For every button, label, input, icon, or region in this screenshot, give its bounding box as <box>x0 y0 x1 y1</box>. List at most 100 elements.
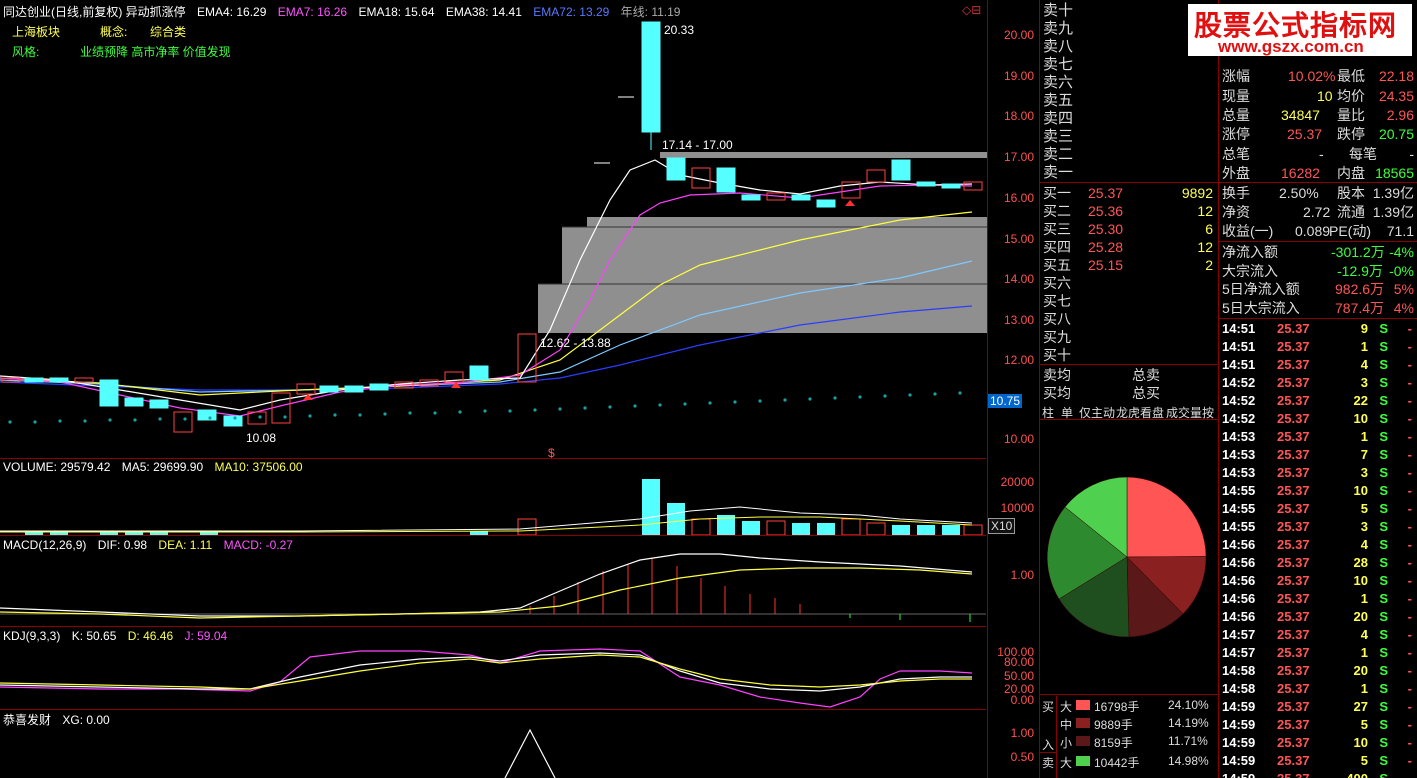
tick-field: 14:59 <box>1222 753 1256 768</box>
buy-level: 买九 <box>1043 329 1071 345</box>
tick-dash: - <box>1407 465 1412 480</box>
axis-label: 20000 <box>1000 475 1034 489</box>
quote-row: 收益(一) 0.089 PE(动) 71.1 <box>1222 223 1414 239</box>
tick-field: 20 <box>1353 609 1368 624</box>
xg-chart[interactable] <box>0 710 986 778</box>
volume-chart[interactable] <box>0 459 986 535</box>
tick-row: 14:53 25.37 7 S - <box>1219 446 1417 464</box>
buy-avg-label: 买均 <box>1043 385 1071 401</box>
tick-field: 14:52 <box>1222 411 1256 426</box>
flow-row: 5日净流入额 982.6万 5% <box>1222 281 1414 297</box>
tick-field: S <box>1379 411 1388 426</box>
tick-field: S <box>1379 573 1388 588</box>
tick-field: S <box>1379 447 1388 462</box>
tab-single[interactable]: 单 <box>1061 404 1073 421</box>
tick-field: 25.37 <box>1277 483 1310 498</box>
tick-field: 25.37 <box>1277 537 1310 552</box>
tick-dash: - <box>1407 393 1412 408</box>
tick-dash: - <box>1407 645 1412 660</box>
tick-field: 10 <box>1353 483 1368 498</box>
flow-row: 大宗流入 -12.9万 -0% <box>1222 263 1414 279</box>
tick-field: S <box>1379 429 1388 444</box>
kline-chart[interactable] <box>0 0 988 458</box>
tick-field: 3 <box>1360 465 1368 480</box>
tick-field: 25.37 <box>1277 770 1310 778</box>
analysis-tabs: 柱 单 仅主动 龙虎看盘 成交量按 <box>1040 402 1218 420</box>
tick-field: 7 <box>1360 447 1368 462</box>
capital-flow-pie[interactable] <box>1046 476 1208 638</box>
tick-row: 14:52 25.37 22 S - <box>1219 392 1417 410</box>
tick-field: 25.37 <box>1277 645 1310 660</box>
tick-field: 22 <box>1353 393 1368 408</box>
tick-field: 14:53 <box>1222 465 1256 480</box>
divider <box>1219 241 1417 242</box>
tick-field: S <box>1379 501 1388 516</box>
tick-row: 14:59 25.37 5 S - <box>1219 752 1417 770</box>
tick-field: 27 <box>1353 699 1368 714</box>
tick-field: 10 <box>1353 411 1368 426</box>
tick-row: 14:59 25.37 5 S - <box>1219 716 1417 734</box>
tick-row: 14:52 25.37 10 S - <box>1219 410 1417 428</box>
tick-field: 25.37 <box>1277 393 1310 408</box>
tick-field: 14:59 <box>1222 735 1256 750</box>
tab-by-volume[interactable]: 成交量按 <box>1166 404 1218 421</box>
tick-field: 25.37 <box>1277 429 1310 444</box>
quote-row: 换手 2.50% 股本 1.39亿 <box>1222 185 1414 201</box>
tab-dragon-tiger[interactable]: 龙虎看盘 <box>1116 404 1164 421</box>
tick-field: S <box>1379 465 1388 480</box>
tick-field: 14:53 <box>1222 429 1256 444</box>
tick-dash: - <box>1407 447 1412 462</box>
tick-field: 14:59 <box>1222 717 1256 732</box>
order-book-panel: 卖十 卖九 卖八 卖七 卖六 卖五 卖四 卖三 卖二 卖一 买一 25.37 989… <box>1039 0 1218 778</box>
tick-field: S <box>1379 699 1388 714</box>
buy-side-label: 买 <box>1042 700 1055 714</box>
tick-dash: - <box>1407 663 1412 678</box>
tick-field: 25.37 <box>1277 339 1310 354</box>
tick-field: 25.37 <box>1277 501 1310 516</box>
tick-dash: - <box>1407 753 1412 768</box>
tick-field: S <box>1379 393 1388 408</box>
tick-field: S <box>1379 357 1388 372</box>
tick-row: 14:59 25.37 27 S - <box>1219 698 1417 716</box>
tick-field: 14:55 <box>1222 519 1256 534</box>
tick-row: 14:52 25.37 3 S - <box>1219 374 1417 392</box>
tick-dash: - <box>1407 429 1412 444</box>
tick-field: 14:57 <box>1222 645 1256 660</box>
tick-field: 5 <box>1360 501 1368 516</box>
tick-field: 25.37 <box>1277 609 1310 624</box>
sell-avg-label: 卖均 <box>1043 367 1071 383</box>
tick-field: S <box>1379 321 1388 336</box>
flow-swatch <box>1076 700 1090 710</box>
tick-field: 14:58 <box>1222 681 1256 696</box>
tick-field: 25.37 <box>1277 465 1310 480</box>
sell-side-label: 卖 <box>1042 756 1055 770</box>
tick-field: 25.37 <box>1277 699 1310 714</box>
tick-field: 400 <box>1346 770 1368 778</box>
tick-row: 14:56 25.37 4 S - <box>1219 536 1417 554</box>
axis-label: 80.00 <box>1003 655 1034 669</box>
tick-list[interactable]: 14:51 25.37 9 S -14:51 25.37 1 S -14:51 25.37 4 S -1… <box>1219 320 1417 778</box>
macd-chart[interactable] <box>0 536 986 626</box>
tick-field: 14:55 <box>1222 501 1256 516</box>
tick-row: 14:57 25.37 4 S - <box>1219 626 1417 644</box>
site-logo: 股票公式指标网 www.gszx.com.cn <box>1188 4 1412 56</box>
tick-field: 25.37 <box>1277 627 1310 642</box>
tick-field: 14:56 <box>1222 555 1256 570</box>
current-price-marker: 10.75 <box>988 394 1022 408</box>
tick-field: 5 <box>1360 717 1368 732</box>
tick-row: 14:51 25.37 9 S - <box>1219 320 1417 338</box>
axis-label: 1.00 <box>1010 568 1034 582</box>
divider <box>1040 752 1056 753</box>
tick-field: 14:51 <box>1222 357 1256 372</box>
tick-dash: - <box>1407 339 1412 354</box>
kdj-chart[interactable] <box>0 627 986 709</box>
quote-panel: 涨幅 10.02% 最低 22.18 现量 10 均价 24.35 总量 34847 量比 2.9… <box>1218 0 1417 778</box>
tab-bar[interactable]: 柱 <box>1042 404 1054 421</box>
tick-dash: - <box>1407 717 1412 732</box>
tab-active-only[interactable]: 仅主动 <box>1079 404 1115 421</box>
tick-field: 25.37 <box>1277 735 1310 750</box>
buy-level: 买十 <box>1043 347 1071 363</box>
quote-row: 净资 2.72 流通 1.39亿 <box>1222 204 1414 220</box>
tick-field: 14:53 <box>1222 447 1256 462</box>
flow-row: 净流入额 -301.2万 -4% <box>1222 244 1414 260</box>
